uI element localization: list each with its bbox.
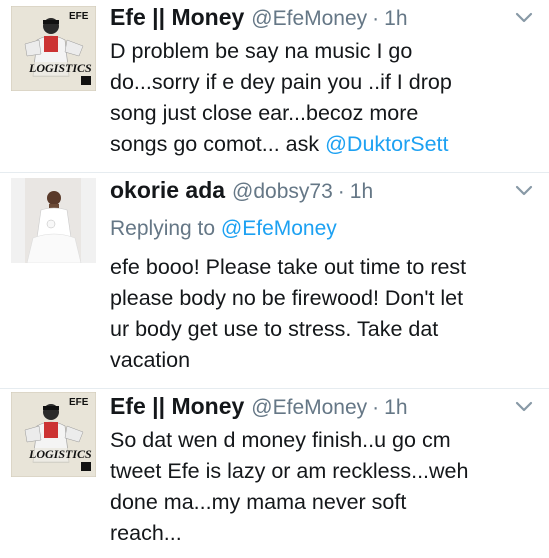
timestamp[interactable]: 1h [384,7,407,31]
tweet-line: vacation [110,348,191,372]
chevron-down-icon[interactable] [513,179,535,201]
separator: · [372,396,380,419]
album-cover-icon: EFE LOGISTICS [11,392,96,477]
avatar[interactable]: EFE LOGISTICS [11,392,96,477]
user-handle[interactable]: @EfeMoney [251,396,367,420]
tweet-text: So dat wen d money finish..u go cm tweet… [110,425,535,549]
mention-link[interactable]: @DuktorSett [325,132,448,156]
tweet-text: efe booo! Please take out time to rest p… [110,252,535,376]
timestamp[interactable]: 1h [350,180,373,204]
tweet-line: D problem be say na music I go [110,39,413,63]
tweet-line: tweet Efe is lazy or am reckless...weh [110,459,469,483]
display-name[interactable]: okorie ada [110,177,225,204]
tweet-line: reach... [110,521,182,545]
svg-text:EFE: EFE [69,11,89,22]
chevron-down-icon[interactable] [513,395,535,417]
tweet-text: D problem be say na music I go do...sorr… [110,36,535,160]
replying-to-link[interactable]: @EfeMoney [221,217,337,240]
svg-text:LOGISTICS: LOGISTICS [28,447,92,461]
timestamp[interactable]: 1h [384,396,407,420]
chevron-down-icon[interactable] [513,6,535,28]
album-cover-icon: EFE LOGISTICS [11,6,96,91]
tweet-line: songs go comot... ask @DuktorSett [110,129,535,160]
avatar[interactable]: EFE LOGISTICS [11,6,96,91]
tweet-line: ur body get use to stress. Take dat [110,317,439,341]
tweet[interactable]: EFE LOGISTICS Efe || Money @EfeMoney · 1… [0,0,549,172]
display-name[interactable]: Efe || Money [110,4,244,31]
separator: · [337,180,345,203]
user-handle[interactable]: @EfeMoney [251,7,367,31]
bride-photo-icon [11,178,96,263]
avatar[interactable] [11,178,96,263]
tweet-line-text: songs go comot... ask [110,132,326,156]
tweet-line: do...sorry if e dey pain you ..if I drop [110,70,452,94]
tweet-line: please body no be firewood! Don't let [110,286,464,310]
tweet-line: done ma...my mama never soft [110,490,407,514]
tweet-line: So dat wen d money finish..u go cm [110,428,451,452]
replying-to-label: Replying to [110,217,221,240]
tweet-line: song just close ear...becoz more [110,101,419,125]
tweet[interactable]: okorie ada @dobsy73 · 1h Replying to @Ef… [0,173,549,383]
svg-text:EFE: EFE [69,397,89,408]
replying-to: Replying to @EfeMoney [110,213,535,244]
svg-text:LOGISTICS: LOGISTICS [28,61,92,75]
user-handle[interactable]: @dobsy73 [232,180,333,204]
separator: · [372,7,380,30]
display-name[interactable]: Efe || Money [110,393,244,420]
tweet[interactable]: EFE LOGISTICS Efe || Money @EfeMoney · 1… [0,389,549,558]
tweet-line: efe booo! Please take out time to rest [110,255,467,279]
